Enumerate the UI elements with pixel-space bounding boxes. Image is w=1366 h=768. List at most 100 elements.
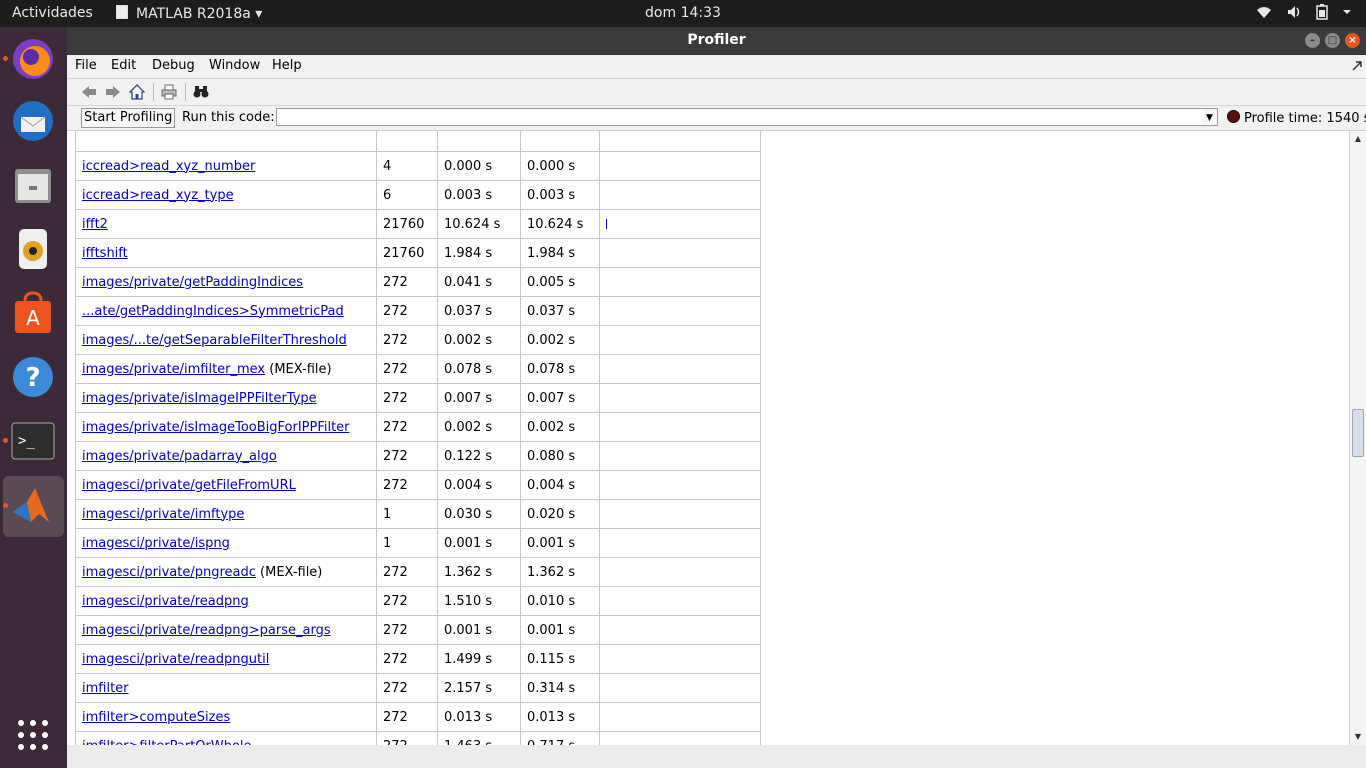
function-link[interactable]: imagesci/private/ispng: [82, 536, 230, 551]
cell-total-time: 0.003 s: [437, 180, 521, 210]
window-title: Profiler: [687, 32, 746, 48]
cell-function: imagesci/private/getFileFromURL: [75, 470, 377, 500]
forward-button[interactable]: [103, 82, 123, 102]
cell-time-plot: [599, 412, 761, 442]
cell-self-time: 0.037 s: [520, 296, 600, 326]
cell-self-time: 0.000 s: [520, 151, 600, 181]
cell-time-plot: [599, 296, 761, 326]
function-link[interactable]: images/private/isImageIPPFilterType: [82, 391, 317, 406]
function-link[interactable]: imagesci/private/readpngutil: [82, 652, 269, 667]
dock-software[interactable]: A: [9, 289, 57, 337]
function-link[interactable]: imagesci/private/readpng>parse_args: [82, 623, 331, 638]
cell-function: imagesci/private/readpngutil: [75, 644, 377, 674]
table-row: imagesci/private/pngreadc (MEX-file) 272 1…: [75, 557, 761, 587]
running-indicator: [3, 56, 8, 61]
cell-function: images/private/padarray_algo: [75, 441, 377, 471]
vertical-scrollbar[interactable]: ▲ ▼: [1349, 131, 1366, 745]
scroll-down-button[interactable]: ▼: [1351, 730, 1365, 744]
profile-controls: Start Profiling Run this code: ▼ Profile…: [67, 106, 1366, 131]
cell-total-time: [437, 131, 521, 152]
cell-self-time: 0.001 s: [520, 615, 600, 645]
cell-time-plot: [599, 644, 761, 674]
cell-time-plot: [599, 238, 761, 268]
function-link[interactable]: ifft2: [82, 217, 108, 232]
cell-time-plot: [599, 180, 761, 210]
cell-self-time: 0.314 s: [520, 673, 600, 703]
function-link[interactable]: ifftshift: [82, 246, 128, 261]
activities-button[interactable]: Actividades: [12, 5, 93, 21]
time-bar: [606, 219, 607, 229]
function-link[interactable]: imfilter>computeSizes: [82, 710, 230, 725]
cell-function: imagesci/private/readpng: [75, 586, 377, 616]
dock-files[interactable]: [9, 161, 57, 209]
app-menu-label: MATLAB R2018a ▾: [136, 6, 263, 22]
function-link[interactable]: images/private/imfilter_mex: [82, 362, 265, 377]
menu-file[interactable]: File: [75, 58, 97, 73]
dock-thunderbird[interactable]: [9, 97, 57, 145]
system-tray[interactable]: [1256, 4, 1352, 20]
printer-icon: [161, 84, 177, 100]
menu-window[interactable]: Window: [209, 58, 260, 73]
firefox-icon: [13, 39, 53, 79]
software-bag-icon: A: [15, 291, 51, 333]
table-row: ifft2 21760 10.624 s 10.624 s: [75, 209, 761, 239]
function-link[interactable]: images/private/isImageTooBigForIPPFilter: [82, 420, 350, 435]
cell-time-plot: [599, 267, 761, 297]
function-link[interactable]: iccread>read_xyz_number: [82, 159, 255, 174]
cell-self-time: 0.010 s: [520, 586, 600, 616]
undock-icon[interactable]: [1352, 61, 1362, 71]
cell-function: imfilter>computeSizes: [75, 702, 377, 732]
scroll-thumb[interactable]: [1352, 409, 1364, 457]
cell-self-time: 10.624 s: [520, 209, 600, 239]
table-row: imfilter>computeSizes 272 0.013 s 0.013 s: [75, 702, 761, 732]
cell-time-plot: [599, 209, 761, 239]
close-button[interactable]: ×: [1345, 33, 1360, 48]
menu-help[interactable]: Help: [272, 58, 302, 73]
cell-total-time: 0.001 s: [437, 615, 521, 645]
cell-time-plot: [599, 586, 761, 616]
cell-self-time: 0.078 s: [520, 354, 600, 384]
dock-firefox[interactable]: [3, 35, 57, 83]
find-button[interactable]: [191, 82, 211, 102]
scroll-up-button[interactable]: ▲: [1351, 132, 1365, 146]
dock-matlab[interactable]: [3, 482, 57, 530]
table-row: ifftshift 21760 1.984 s 1.984 s: [75, 238, 761, 268]
function-type-label: (MEX-file): [265, 361, 332, 377]
minimize-button[interactable]: –: [1305, 33, 1320, 48]
back-button[interactable]: [79, 82, 99, 102]
profile-table: iccread>read_xyz_number 4 0.000 s 0.000 s ic…: [75, 131, 761, 745]
cell-function: images/private/isImageIPPFilterType: [75, 383, 377, 413]
start-profiling-button[interactable]: Start Profiling: [81, 108, 176, 128]
print-button[interactable]: [159, 82, 179, 102]
function-link[interactable]: iccread>read_xyz_type: [82, 188, 234, 203]
function-link[interactable]: imagesci/private/getFileFromURL: [82, 478, 296, 493]
function-link[interactable]: imfilter: [82, 681, 129, 696]
home-button[interactable]: [127, 82, 147, 102]
table-row: imagesci/private/readpng>parse_args 272 0.…: [75, 615, 761, 645]
app-menu[interactable]: MATLAB R2018a ▾: [116, 5, 262, 22]
dock-rhythmbox[interactable]: [9, 225, 57, 273]
function-link[interactable]: imagesci/private/pngreadc: [82, 565, 256, 580]
function-link[interactable]: imagesci/private/imftype: [82, 507, 244, 522]
binoculars-icon: [193, 86, 209, 98]
cell-function: imagesci/private/pngreadc (MEX-file): [75, 557, 377, 587]
function-link[interactable]: images/private/padarray_algo: [82, 449, 277, 464]
function-link[interactable]: images/private/getPaddingIndices: [82, 275, 303, 290]
cell-total-time: 1.984 s: [437, 238, 521, 268]
cell-calls: 272: [376, 267, 438, 297]
profiler-window: Profiler – □ × File Edit Debug Window He…: [67, 27, 1366, 768]
function-link[interactable]: imagesci/private/readpng: [82, 594, 249, 609]
title-bar[interactable]: Profiler – □ ×: [67, 27, 1366, 55]
cell-total-time: 0.030 s: [437, 499, 521, 529]
dock-show-apps[interactable]: [9, 711, 57, 759]
dock-help[interactable]: ?: [9, 353, 57, 401]
run-code-input[interactable]: [276, 108, 1204, 126]
run-code-dropdown[interactable]: ▼: [1202, 108, 1218, 126]
function-link[interactable]: images/...te/getSeparableFilterThreshold: [82, 333, 347, 348]
menu-debug[interactable]: Debug: [152, 58, 195, 73]
dock-terminal[interactable]: >_: [3, 417, 57, 465]
cell-total-time: 0.007 s: [437, 383, 521, 413]
menu-edit[interactable]: Edit: [111, 58, 136, 73]
maximize-button[interactable]: □: [1325, 33, 1340, 48]
function-link[interactable]: ...ate/getPaddingIndices>SymmetricPad: [82, 304, 344, 319]
